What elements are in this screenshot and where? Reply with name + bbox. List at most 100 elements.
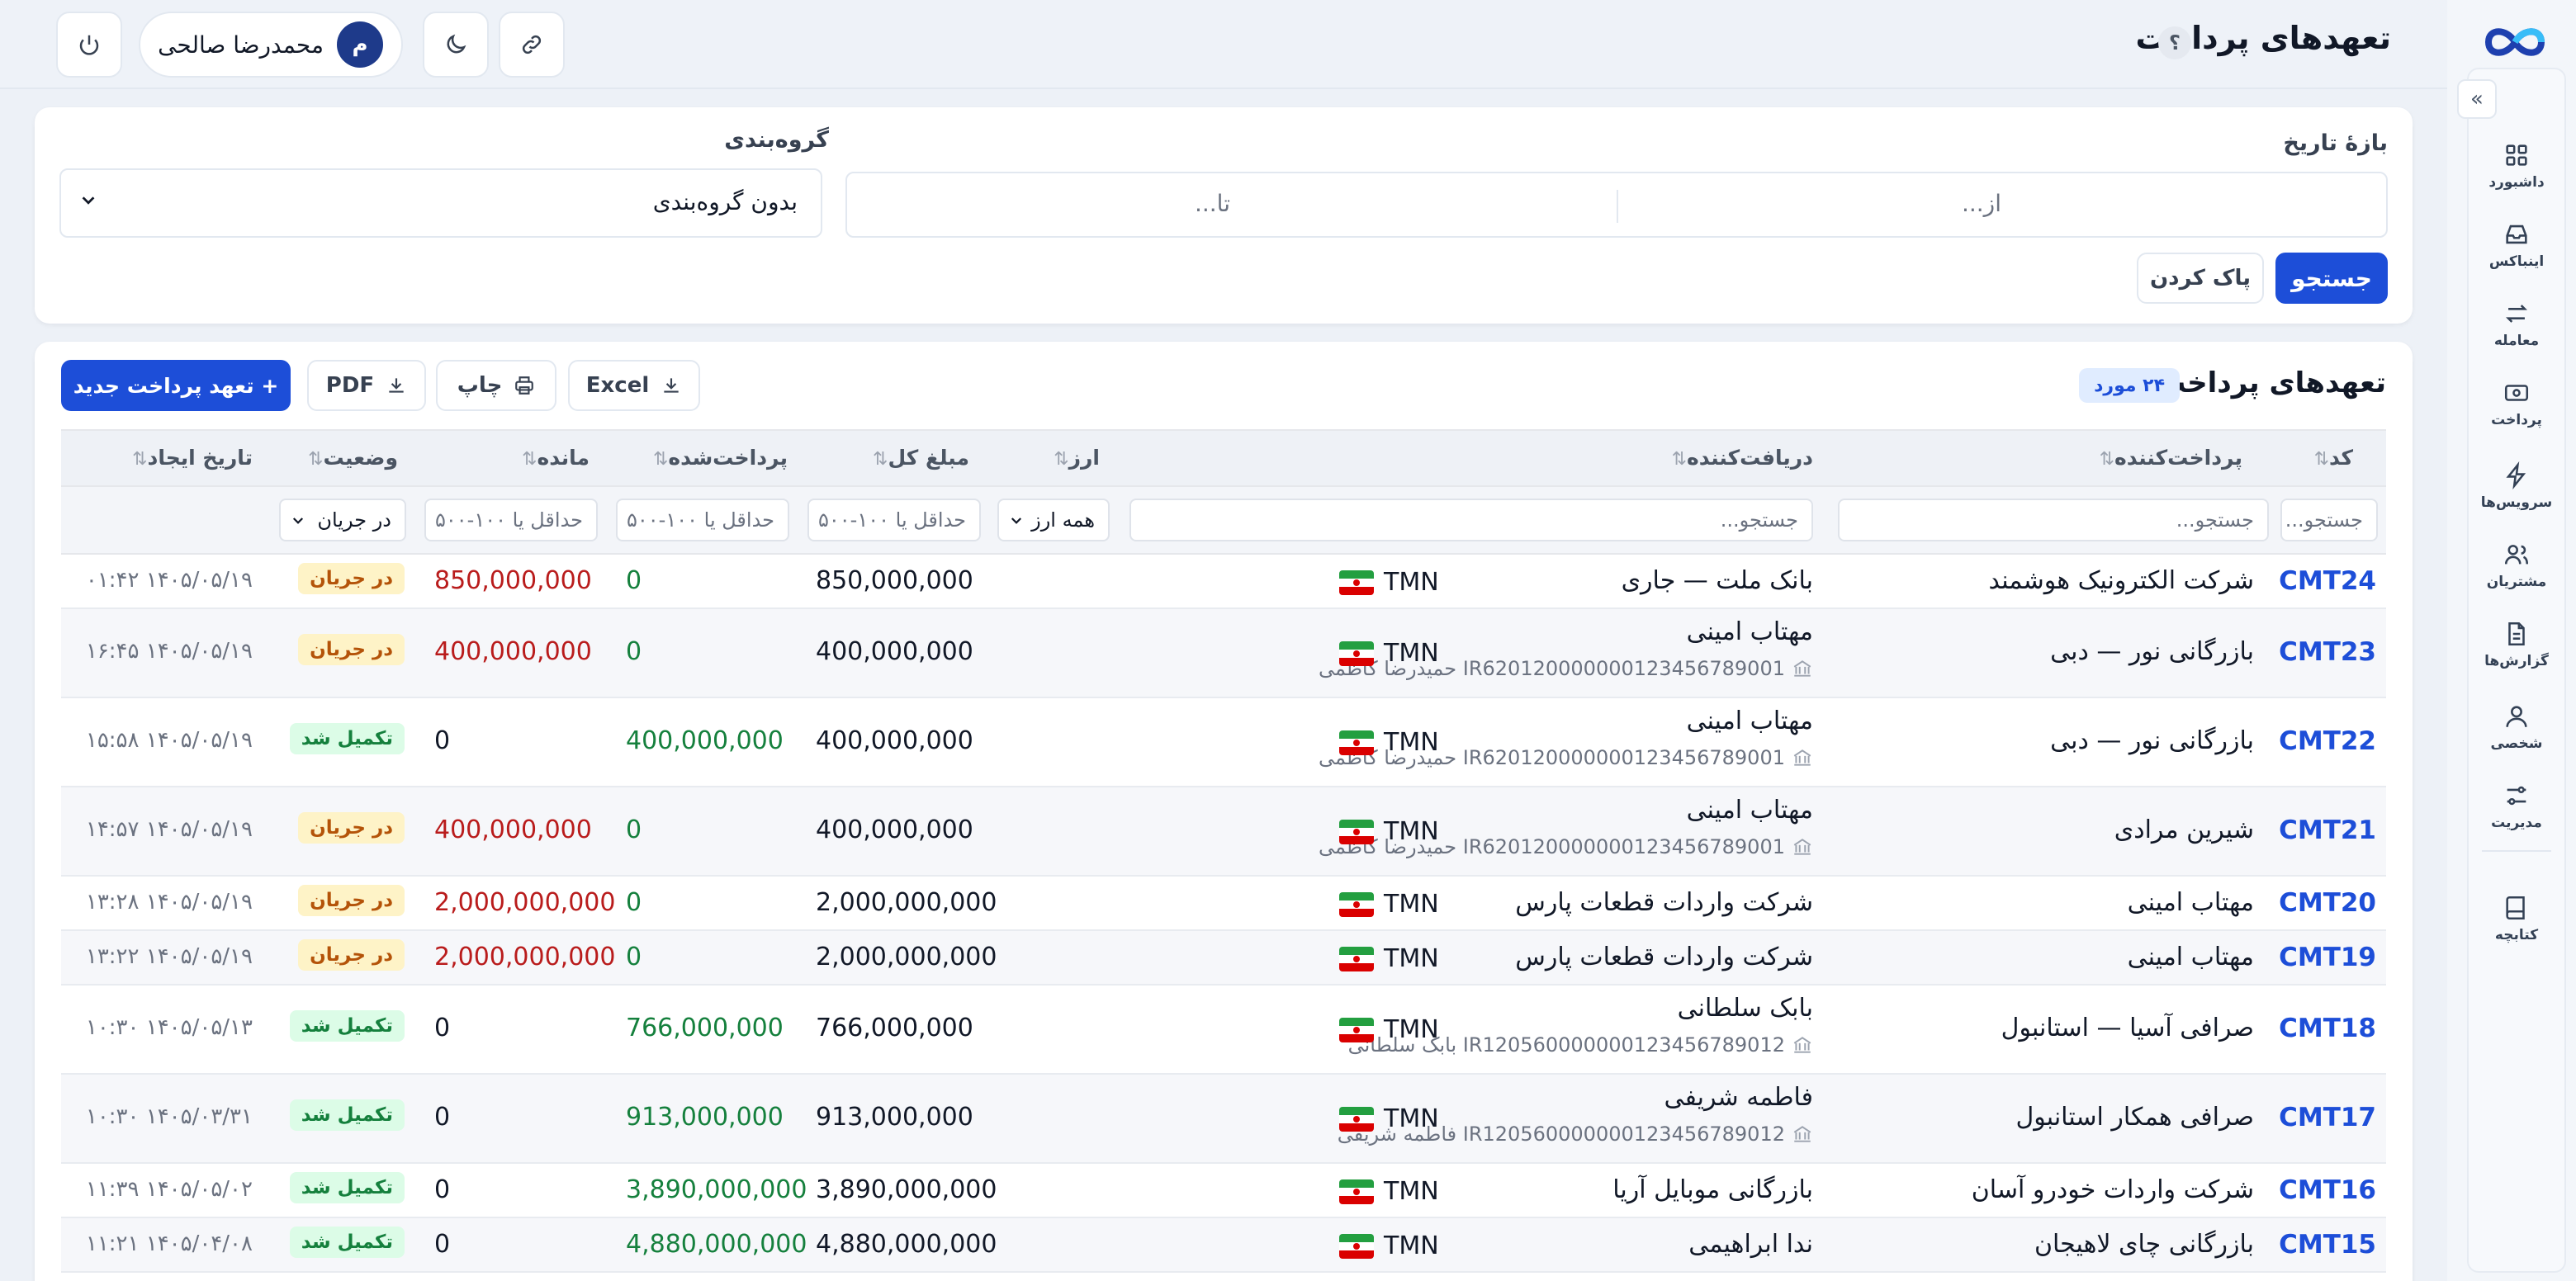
total-amount: 913,000,000 [816,1103,973,1132]
document-icon [2508,622,2525,646]
commitment-code-link[interactable]: CMT22 [2279,726,2376,756]
sidebar-collapse-button[interactable]: » [2457,79,2497,119]
col-status[interactable]: وضعیت⇅ [301,446,398,470]
sidebar-divider [2482,850,2551,852]
chevron-down-icon [82,196,95,205]
total-amount: 4,880,000,000 [816,1230,997,1259]
sidebar-item-trade[interactable]: معامله [2467,287,2566,362]
table-row[interactable]: CMT21 شیرین مرادی مهتاب امینی IR62012000000… [61,787,2386,877]
sliders-icon [2507,786,2526,806]
table-row[interactable]: CMT24 شرکت الکترونیک هوشمند بانک ملت — جار… [61,555,2386,609]
table-body: CMT24 شرکت الکترونیک هوشمند بانک ملت — جار… [61,555,2386,1273]
commitment-code-link[interactable]: CMT24 [2279,566,2376,596]
filter-total-input[interactable]: حداقل یا ۱۰۰-۵۰۰ [807,499,981,541]
sidebar-item-reports[interactable]: گزارش‌ها [2467,607,2566,682]
sort-icon: ⇅ [873,449,888,470]
created-date: ۱۴۰۵/۰۵/۰۲ ۱۱:۳۹ [85,1177,253,1202]
filter-status-select[interactable]: در جریان [279,499,406,541]
print-button[interactable]: چاپ [436,360,556,411]
currency: TMN [1339,728,1439,757]
table-row[interactable]: CMT23 بازرگانی نور — دبی مهتاب امینی IR6201… [61,609,2386,698]
table-row[interactable]: CMT18 صرافی آسیا — استانبول بابک سلطانی IR1… [61,986,2386,1075]
theme-toggle-button[interactable] [423,12,489,78]
col-currency[interactable]: ارز⇅ [1047,446,1100,470]
table-row[interactable]: CMT22 بازرگانی نور — دبی مهتاب امینی IR6201… [61,698,2386,787]
logout-button[interactable] [56,12,122,78]
commitment-code-link[interactable]: CMT16 [2279,1175,2376,1205]
col-total[interactable]: مبلغ کل⇅ [866,446,969,470]
iran-flag-icon [1339,1179,1374,1204]
count-badge: ۲۴ مورد [2079,368,2180,403]
iran-flag-icon [1339,819,1374,844]
export-excel-button[interactable]: Excel [568,360,700,411]
col-paid[interactable]: پرداخت‌شده⇅ [646,446,788,470]
sidebar-item-services[interactable]: سرویس‌ها [2467,449,2566,523]
payer-name: صرافی همکار استانبول [2015,1103,2254,1132]
paid-amount: 400,000,000 [626,726,784,755]
help-icon[interactable]: ؟ [2158,26,2191,59]
table-row[interactable]: CMT17 صرافی همکار استانبول فاطمه شریفی IR12… [61,1075,2386,1164]
commitment-code-link[interactable]: CMT18 [2279,1014,2376,1043]
cash-icon [2504,385,2529,401]
filter-receiver-input[interactable]: جستجو... [1129,499,1813,541]
filter-currency-select[interactable]: همه ارز [997,499,1110,541]
grouping-select[interactable]: بدون گروه‌بندی [59,168,822,238]
sidebar-item-admin[interactable]: مدیریت [2467,769,2566,844]
total-amount: 850,000,000 [816,566,973,595]
search-button[interactable]: جستجو [2275,253,2388,304]
clear-button[interactable]: پاک کردن [2137,253,2264,304]
col-receiver[interactable]: دریافت‌کننده⇅ [1665,446,1813,470]
table-row[interactable]: CMT20 مهتاب امینی شرکت واردات قطعات پارس TM… [61,877,2386,931]
receiver-name: بانک ملت — جاری [1621,566,1813,595]
commitment-code-link[interactable]: CMT15 [2279,1230,2376,1260]
user-menu[interactable]: م محمدرضا صالحی [139,12,403,78]
status-badge: در جریان [298,885,405,916]
chevron-down-icon [292,518,304,524]
col-remaining[interactable]: مانده⇅ [515,446,590,470]
iran-flag-icon [1339,640,1374,666]
col-code[interactable]: کد⇅ [2308,446,2353,470]
sidebar-item-customers[interactable]: مشتریان [2467,528,2566,603]
status-badge: در جریان [298,634,405,665]
remaining-amount: 400,000,000 [434,637,592,666]
filter-code-input[interactable]: جستجو... [2280,499,2378,541]
receiver-name: بازرگانی موبایل آریا [1612,1175,1813,1204]
sidebar-item-label: پرداخت [2491,412,2542,428]
export-pdf-button[interactable]: PDF [307,360,426,411]
new-commitment-button[interactable]: + تعهد پرداخت جدید [61,360,291,411]
col-created[interactable]: تاریخ ایجاد⇅ [125,446,253,470]
table-row[interactable]: CMT19 مهتاب امینی شرکت واردات قطعات پارس TM… [61,931,2386,986]
col-code-label: کد [2329,446,2353,470]
col-payer[interactable]: پرداخت‌کننده⇅ [2093,446,2242,470]
sidebar-item-handbook[interactable]: کتابچه [2467,882,2566,956]
currency: TMN [1339,944,1439,973]
date-from-input[interactable]: از... [1962,190,2001,217]
created-date: ۱۴۰۵/۰۵/۱۳ ۱۰:۳۰ [85,1015,253,1040]
commitment-code-link[interactable]: CMT20 [2279,888,2376,918]
filter-payer-input[interactable]: جستجو... [1838,499,2269,541]
sidebar-item-label: معامله [2493,333,2540,349]
commitment-code-link[interactable]: CMT21 [2279,815,2376,845]
sidebar-item-dashboard[interactable]: داشبورد [2467,129,2566,203]
payer-name: بازرگانی نور — دبی [2050,637,2254,666]
date-to-input[interactable]: تا... [1195,190,1230,217]
sidebar-item-inbox[interactable]: اینباکس [2467,208,2566,282]
commitment-code-link[interactable]: CMT19 [2279,943,2376,972]
sidebar-item-personal[interactable]: شخصی [2467,690,2566,764]
print-label: چاپ [457,373,503,398]
currency: TMN [1339,568,1439,597]
table-row[interactable]: CMT15 بازرگانی چای لاهیجان ندا ابراهیمی TMN… [61,1218,2386,1273]
table-row[interactable]: CMT16 شرکت واردات خودرو آسان بازرگانی موبا… [61,1164,2386,1218]
date-range-input[interactable]: از... تا... [845,172,2388,238]
col-payer-label: پرداخت‌کننده [2114,446,2242,470]
filter-remaining-input[interactable]: حداقل یا ۱۰۰-۵۰۰ [424,499,598,541]
filter-paid-input[interactable]: حداقل یا ۱۰۰-۵۰۰ [616,499,789,541]
commitment-code-link[interactable]: CMT17 [2279,1103,2376,1132]
commitment-code-link[interactable]: CMT23 [2279,637,2376,667]
sidebar-item-payment[interactable]: پرداخت [2467,366,2566,441]
sidebar-item-label: شخصی [2490,735,2543,752]
payer-name: بازرگانی چای لاهیجان [2034,1230,2254,1259]
user-icon [2506,706,2527,727]
copy-link-button[interactable] [499,12,565,78]
top-header: تعهدهای پرداخت ؟ م محمدرضا صالحی [0,0,2447,89]
